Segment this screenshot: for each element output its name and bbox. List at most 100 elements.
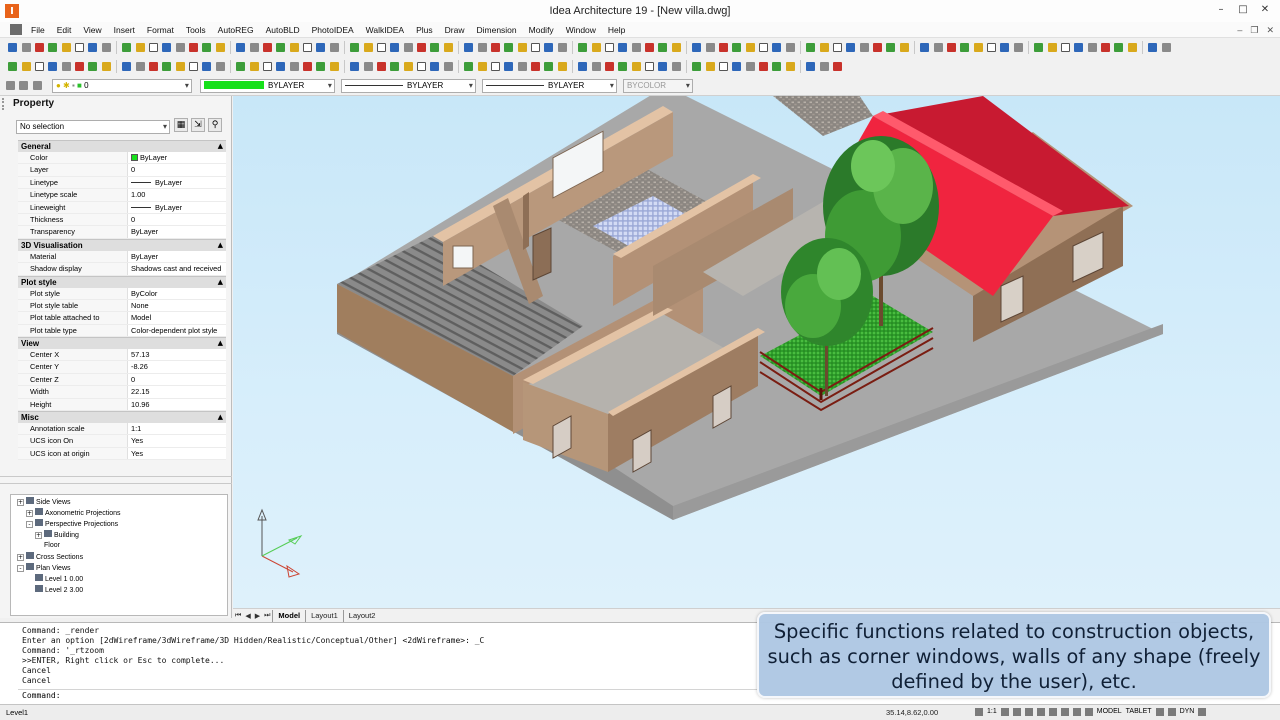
tree-item[interactable]: + Building xyxy=(35,530,79,541)
undo-icon[interactable] xyxy=(61,62,71,71)
render-icon[interactable] xyxy=(1114,43,1124,52)
osnap-icon[interactable] xyxy=(1048,708,1057,716)
property-row[interactable]: Thickness 0 xyxy=(18,213,226,227)
property-value[interactable]: -8.26 xyxy=(128,361,226,373)
save-icon[interactable] xyxy=(376,62,386,71)
line-icon[interactable] xyxy=(531,43,541,52)
scale-icon[interactable] xyxy=(618,62,628,71)
property-value[interactable]: 0 xyxy=(128,373,226,386)
pan-icon[interactable] xyxy=(88,62,98,71)
property-value[interactable]: 22.15 xyxy=(128,386,226,398)
property-value[interactable]: ByLayer xyxy=(128,152,226,164)
text-icon[interactable] xyxy=(604,43,614,52)
tree-item[interactable]: + Cross Sections xyxy=(17,552,83,563)
grid-icon[interactable] xyxy=(1012,708,1021,716)
dimension-icon[interactable] xyxy=(578,62,588,71)
arc-icon[interactable] xyxy=(135,62,145,71)
drawing-viewport[interactable] xyxy=(233,96,1280,608)
zoom-icon[interactable] xyxy=(517,43,527,52)
property-value[interactable]: Color-dependent plot style xyxy=(128,324,226,337)
extend-icon[interactable] xyxy=(289,62,299,71)
orbit-icon[interactable] xyxy=(705,62,715,71)
snap-icon[interactable] xyxy=(1000,708,1009,716)
rotate-icon[interactable] xyxy=(604,62,614,71)
tree-item[interactable]: - Perspective Projections xyxy=(26,519,118,530)
extend-icon[interactable] xyxy=(329,43,339,52)
open-file-icon[interactable] xyxy=(21,43,31,52)
print-icon[interactable] xyxy=(390,62,400,71)
hatch-icon[interactable] xyxy=(973,43,983,52)
polygon-icon[interactable] xyxy=(162,62,172,71)
pan-icon[interactable] xyxy=(504,43,514,52)
dimension-icon[interactable] xyxy=(618,43,628,52)
property-row[interactable]: Width 22.15 xyxy=(18,386,226,399)
trim-icon[interactable] xyxy=(692,43,702,52)
lineweight-icon[interactable] xyxy=(1072,708,1081,716)
property-value[interactable]: Yes xyxy=(128,447,226,460)
line-icon[interactable] xyxy=(490,62,500,71)
cut-icon[interactable] xyxy=(443,43,453,52)
menu-edit[interactable]: Edit xyxy=(51,22,78,38)
text-icon[interactable] xyxy=(987,43,997,52)
trim-icon[interactable] xyxy=(658,62,668,71)
paste-icon[interactable] xyxy=(806,62,816,71)
arc-icon[interactable] xyxy=(517,62,527,71)
orbit-icon[interactable] xyxy=(363,43,373,52)
tab-model[interactable]: Model xyxy=(272,609,305,622)
toggle-pickadd-icon[interactable]: ▦ xyxy=(174,118,188,132)
move-icon[interactable] xyxy=(631,43,641,52)
trim-icon[interactable] xyxy=(276,62,286,71)
cut-icon[interactable] xyxy=(21,62,31,71)
menu-autoreg[interactable]: AutoREG xyxy=(212,22,260,38)
first-tab-icon[interactable]: ⏮ xyxy=(235,611,241,620)
rotate-icon[interactable] xyxy=(645,43,655,52)
doc-minimize-icon[interactable]: – xyxy=(1237,25,1242,36)
otrack-icon[interactable] xyxy=(1060,708,1069,716)
property-value[interactable]: 1:1 xyxy=(128,423,226,435)
polygon-icon[interactable] xyxy=(578,43,588,52)
scale-icon[interactable] xyxy=(1034,43,1044,52)
property-row[interactable]: Center Z0 xyxy=(18,373,226,387)
orbit-icon[interactable] xyxy=(329,62,339,71)
polygon-icon[interactable] xyxy=(960,43,970,52)
redo-icon[interactable] xyxy=(832,62,842,71)
cut-icon[interactable] xyxy=(403,62,413,71)
hatch-icon[interactable] xyxy=(557,62,567,71)
transparency-icon[interactable] xyxy=(1084,708,1093,716)
select-objects-icon[interactable]: ⇲ xyxy=(191,118,205,132)
collapse-icon[interactable]: ▲ xyxy=(218,338,223,349)
scale-icon[interactable] xyxy=(236,62,246,71)
mirror-icon[interactable] xyxy=(289,43,299,52)
open-file-icon[interactable] xyxy=(1161,43,1171,52)
layer-icon[interactable] xyxy=(718,43,728,52)
new-file-icon[interactable] xyxy=(390,43,400,52)
property-row[interactable]: Height 10.96 xyxy=(18,398,226,412)
layer-previous-icon[interactable] xyxy=(19,81,29,90)
new-file-icon[interactable] xyxy=(1148,43,1158,52)
trim-icon[interactable] xyxy=(316,43,326,52)
zoom-icon[interactable] xyxy=(899,43,909,52)
polar-icon[interactable] xyxy=(1036,708,1045,716)
property-row[interactable]: UCS icon On Yes xyxy=(18,435,226,448)
orbit-icon[interactable] xyxy=(745,43,755,52)
mirror-icon[interactable] xyxy=(249,62,259,71)
tree-expander-icon[interactable]: + xyxy=(35,532,42,539)
annotation-icon[interactable] xyxy=(975,708,983,716)
tree-item[interactable]: Level 2 3.00 xyxy=(35,585,83,596)
property-value[interactable]: 1.00 xyxy=(128,189,226,201)
mirror-icon[interactable] xyxy=(671,43,681,52)
zoom-icon[interactable] xyxy=(135,43,145,52)
extend-icon[interactable] xyxy=(671,62,681,71)
hatch-icon[interactable] xyxy=(175,62,185,71)
property-value[interactable]: None xyxy=(128,299,226,312)
copy-icon[interactable] xyxy=(417,62,427,71)
polygon-icon[interactable] xyxy=(202,43,212,52)
hatch-icon[interactable] xyxy=(591,43,601,52)
ortho-icon[interactable] xyxy=(1024,708,1033,716)
tree-item[interactable]: Level 1 0.00 xyxy=(35,574,83,585)
open-file-icon[interactable] xyxy=(403,43,413,52)
layer-manager-icon[interactable] xyxy=(6,81,15,90)
rectangle-icon[interactable] xyxy=(148,62,158,71)
tab-layout2[interactable]: Layout2 xyxy=(342,609,381,622)
scale-icon[interactable] xyxy=(276,43,286,52)
